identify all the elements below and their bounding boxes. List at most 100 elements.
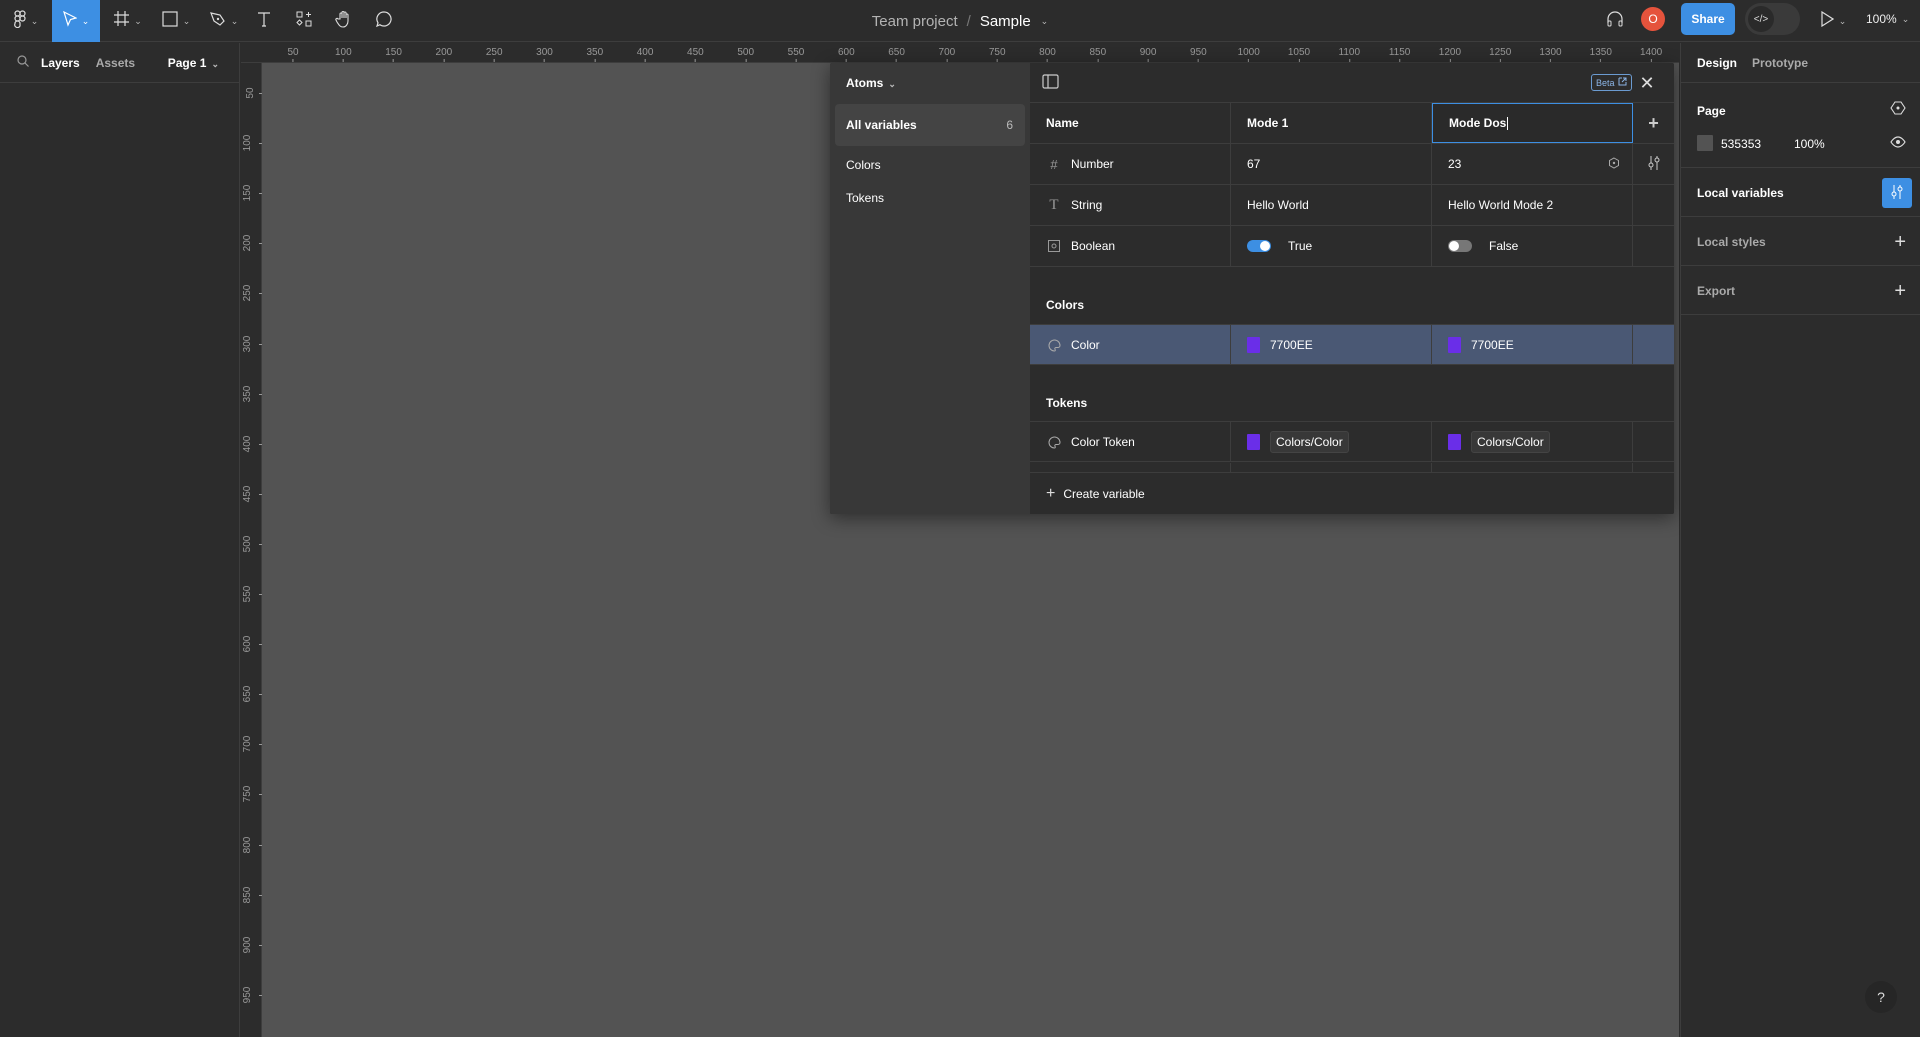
color-profile-icon[interactable] bbox=[1890, 101, 1906, 120]
edit-variable-button[interactable] bbox=[1633, 144, 1674, 184]
ruler-tick-label: 1400 bbox=[1640, 47, 1662, 62]
close-icon[interactable]: ✕ bbox=[1636, 72, 1658, 94]
shape-tool-button[interactable]: ⌄ bbox=[158, 0, 194, 42]
add-style-button[interactable]: + bbox=[1894, 231, 1906, 254]
mode2-value[interactable]: Colors/Color bbox=[1432, 422, 1633, 462]
page-opacity[interactable]: 100% bbox=[1794, 137, 1825, 151]
user-avatar[interactable]: O bbox=[1641, 7, 1665, 31]
group-all-variables[interactable]: All variables 6 bbox=[835, 104, 1025, 146]
add-export-button[interactable]: + bbox=[1894, 280, 1906, 303]
share-button[interactable]: Share bbox=[1681, 3, 1735, 35]
pen-tool-button[interactable]: ⌄ bbox=[206, 0, 242, 42]
create-variable-button[interactable]: + Create variable bbox=[1030, 474, 1674, 514]
boolean-toggle[interactable] bbox=[1247, 240, 1271, 252]
value-text: 7700EE bbox=[1471, 338, 1514, 352]
ruler-tick-label: 950 bbox=[1190, 47, 1207, 62]
ruler-tick-label: 750 bbox=[989, 47, 1006, 62]
ruler-tick-label: 50 bbox=[287, 47, 298, 62]
horizontal-ruler: 50 100 150 200 250 300 350 400 450 500 550 600 650 70… bbox=[241, 43, 1679, 63]
tab-design[interactable]: Design bbox=[1697, 56, 1737, 70]
ruler-tick-label: 1000 bbox=[1238, 47, 1260, 62]
mode1-value[interactable]: True bbox=[1231, 226, 1432, 266]
hand-tool-button[interactable] bbox=[331, 0, 357, 42]
headphones-icon bbox=[1606, 10, 1624, 33]
tab-assets[interactable]: Assets bbox=[96, 56, 135, 70]
question-icon: ? bbox=[1877, 989, 1885, 1005]
help-button[interactable]: ? bbox=[1865, 981, 1897, 1013]
table-row[interactable]: T String Hello World Hello World Mode 2 bbox=[1030, 185, 1674, 226]
tab-prototype[interactable]: Prototype bbox=[1752, 56, 1808, 70]
sliders-icon bbox=[1647, 155, 1661, 174]
hand-tool-icon bbox=[335, 10, 353, 33]
sliders-icon bbox=[1890, 184, 1904, 203]
page-color-swatch[interactable] bbox=[1697, 135, 1713, 151]
collection-dropdown[interactable]: Atoms ⌄ bbox=[846, 76, 896, 90]
mode1-value[interactable]: 67 bbox=[1231, 144, 1432, 184]
move-tool-icon bbox=[62, 10, 78, 32]
group-tokens[interactable]: Tokens bbox=[835, 177, 1025, 219]
variable-name: String bbox=[1071, 198, 1103, 212]
local-variables-modal: Atoms ⌄ All variables 6 Colors Tokens Bet… bbox=[830, 63, 1674, 514]
mode1-value[interactable]: 7700EE bbox=[1231, 325, 1432, 365]
table-row[interactable]: # Number 67 23 bbox=[1030, 144, 1674, 185]
beta-badge[interactable]: Beta bbox=[1591, 74, 1632, 91]
mode2-value[interactable]: Hello World Mode 2 bbox=[1432, 185, 1633, 225]
column-header-mode1[interactable]: Mode 1 bbox=[1231, 103, 1432, 143]
chevron-down-icon: ⌄ bbox=[211, 58, 219, 69]
page-color-hex[interactable]: 535353 bbox=[1721, 137, 1761, 151]
mode2-value[interactable]: 23 bbox=[1432, 144, 1633, 184]
table-row-selected[interactable]: Color 7700EE 7700EE bbox=[1030, 324, 1674, 365]
mode2-value[interactable]: False bbox=[1432, 226, 1633, 266]
code-icon: </> bbox=[1748, 6, 1774, 32]
resources-button[interactable] bbox=[292, 0, 316, 42]
audio-button[interactable] bbox=[1602, 0, 1628, 42]
boolean-toggle[interactable] bbox=[1448, 240, 1472, 252]
toggle-sidebar-icon[interactable] bbox=[1042, 74, 1059, 94]
present-button[interactable]: ⌄ bbox=[1818, 0, 1848, 42]
text-caret bbox=[1507, 116, 1509, 130]
search-icon[interactable] bbox=[17, 55, 31, 70]
eye-icon[interactable] bbox=[1890, 135, 1906, 153]
variable-count: 6 bbox=[1006, 118, 1013, 132]
frame-tool-button[interactable]: ⌄ bbox=[110, 0, 146, 42]
alias-chip[interactable]: Colors/Color bbox=[1471, 431, 1550, 453]
color-swatch[interactable] bbox=[1247, 337, 1260, 353]
row-action-cell bbox=[1633, 185, 1674, 225]
chevron-down-icon: ⌄ bbox=[230, 15, 239, 26]
color-swatch[interactable] bbox=[1448, 434, 1461, 450]
mode1-value[interactable]: Hello World bbox=[1231, 185, 1432, 225]
add-mode-button[interactable]: + bbox=[1633, 103, 1674, 143]
column-header-mode2-input[interactable]: Mode Dos bbox=[1432, 103, 1633, 143]
dev-mode-toggle[interactable]: </> bbox=[1745, 3, 1800, 35]
comment-tool-button[interactable] bbox=[371, 0, 397, 42]
mode1-value[interactable]: Colors/Color bbox=[1231, 422, 1432, 462]
mode2-value[interactable]: 7700EE bbox=[1432, 325, 1633, 365]
color-swatch[interactable] bbox=[1448, 337, 1461, 353]
color-swatch[interactable] bbox=[1247, 434, 1260, 450]
row-action-cell bbox=[1633, 325, 1674, 365]
ruler-tick-label: 700 bbox=[939, 47, 956, 62]
chevron-down-icon[interactable]: ⌄ bbox=[1041, 16, 1049, 27]
chevron-down-icon: ⌄ bbox=[30, 15, 39, 26]
ruler-tick-label: 600 bbox=[838, 47, 855, 62]
frame-tool-icon bbox=[114, 11, 130, 31]
table-row[interactable]: Color Token Colors/Color Colors/Color bbox=[1030, 421, 1674, 462]
group-label: All variables bbox=[846, 118, 917, 132]
pen-tool-icon bbox=[209, 11, 226, 32]
project-name-link[interactable]: Team project bbox=[872, 13, 958, 30]
page-selector[interactable]: Page 1 ⌄ bbox=[168, 56, 219, 70]
chevron-down-icon: ⌄ bbox=[888, 79, 896, 89]
move-tool-button[interactable]: ⌄ bbox=[52, 0, 100, 42]
text-tool-button[interactable] bbox=[252, 0, 276, 42]
ruler-tick-label: 100 bbox=[335, 47, 352, 62]
ruler-tick-label: 200 bbox=[436, 47, 453, 62]
local-styles-section: Local styles + bbox=[1681, 217, 1920, 266]
zoom-dropdown[interactable]: 100% ⌄ bbox=[1866, 0, 1909, 38]
main-menu-button[interactable]: ⌄ bbox=[8, 0, 44, 42]
table-row[interactable]: Boolean True False bbox=[1030, 226, 1674, 267]
alias-chip[interactable]: Colors/Color bbox=[1270, 431, 1349, 453]
apply-variable-icon[interactable] bbox=[1608, 156, 1620, 172]
tab-layers[interactable]: Layers bbox=[41, 56, 80, 70]
file-name-button[interactable]: Sample bbox=[980, 13, 1031, 30]
open-variables-button[interactable] bbox=[1882, 178, 1912, 208]
